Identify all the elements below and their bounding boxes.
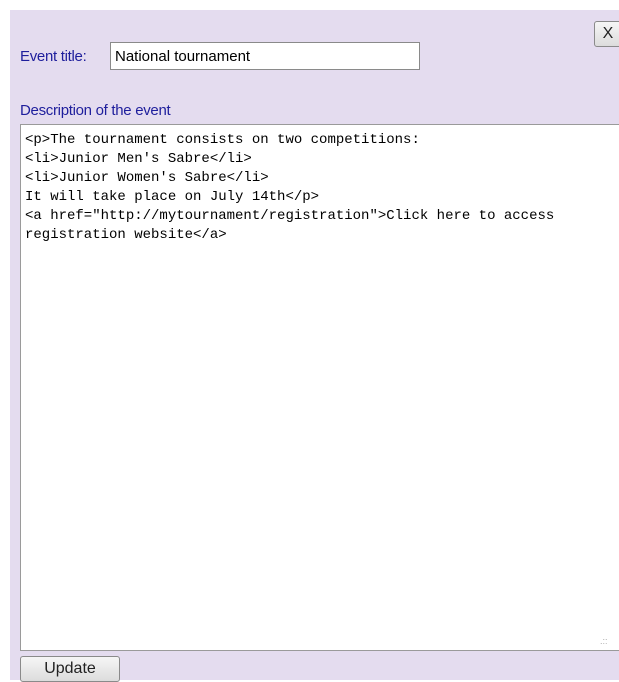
close-button[interactable]: X: [594, 21, 619, 47]
page-top-strip: [0, 0, 619, 10]
description-label: Description of the event: [20, 102, 171, 119]
event-title-label: Event title:: [20, 48, 87, 65]
event-title-input[interactable]: [110, 42, 420, 70]
resize-grip-icon[interactable]: .::: [600, 636, 608, 646]
update-button[interactable]: Update: [20, 656, 120, 682]
description-textarea[interactable]: <p>The tournament consists on two compet…: [20, 124, 619, 651]
